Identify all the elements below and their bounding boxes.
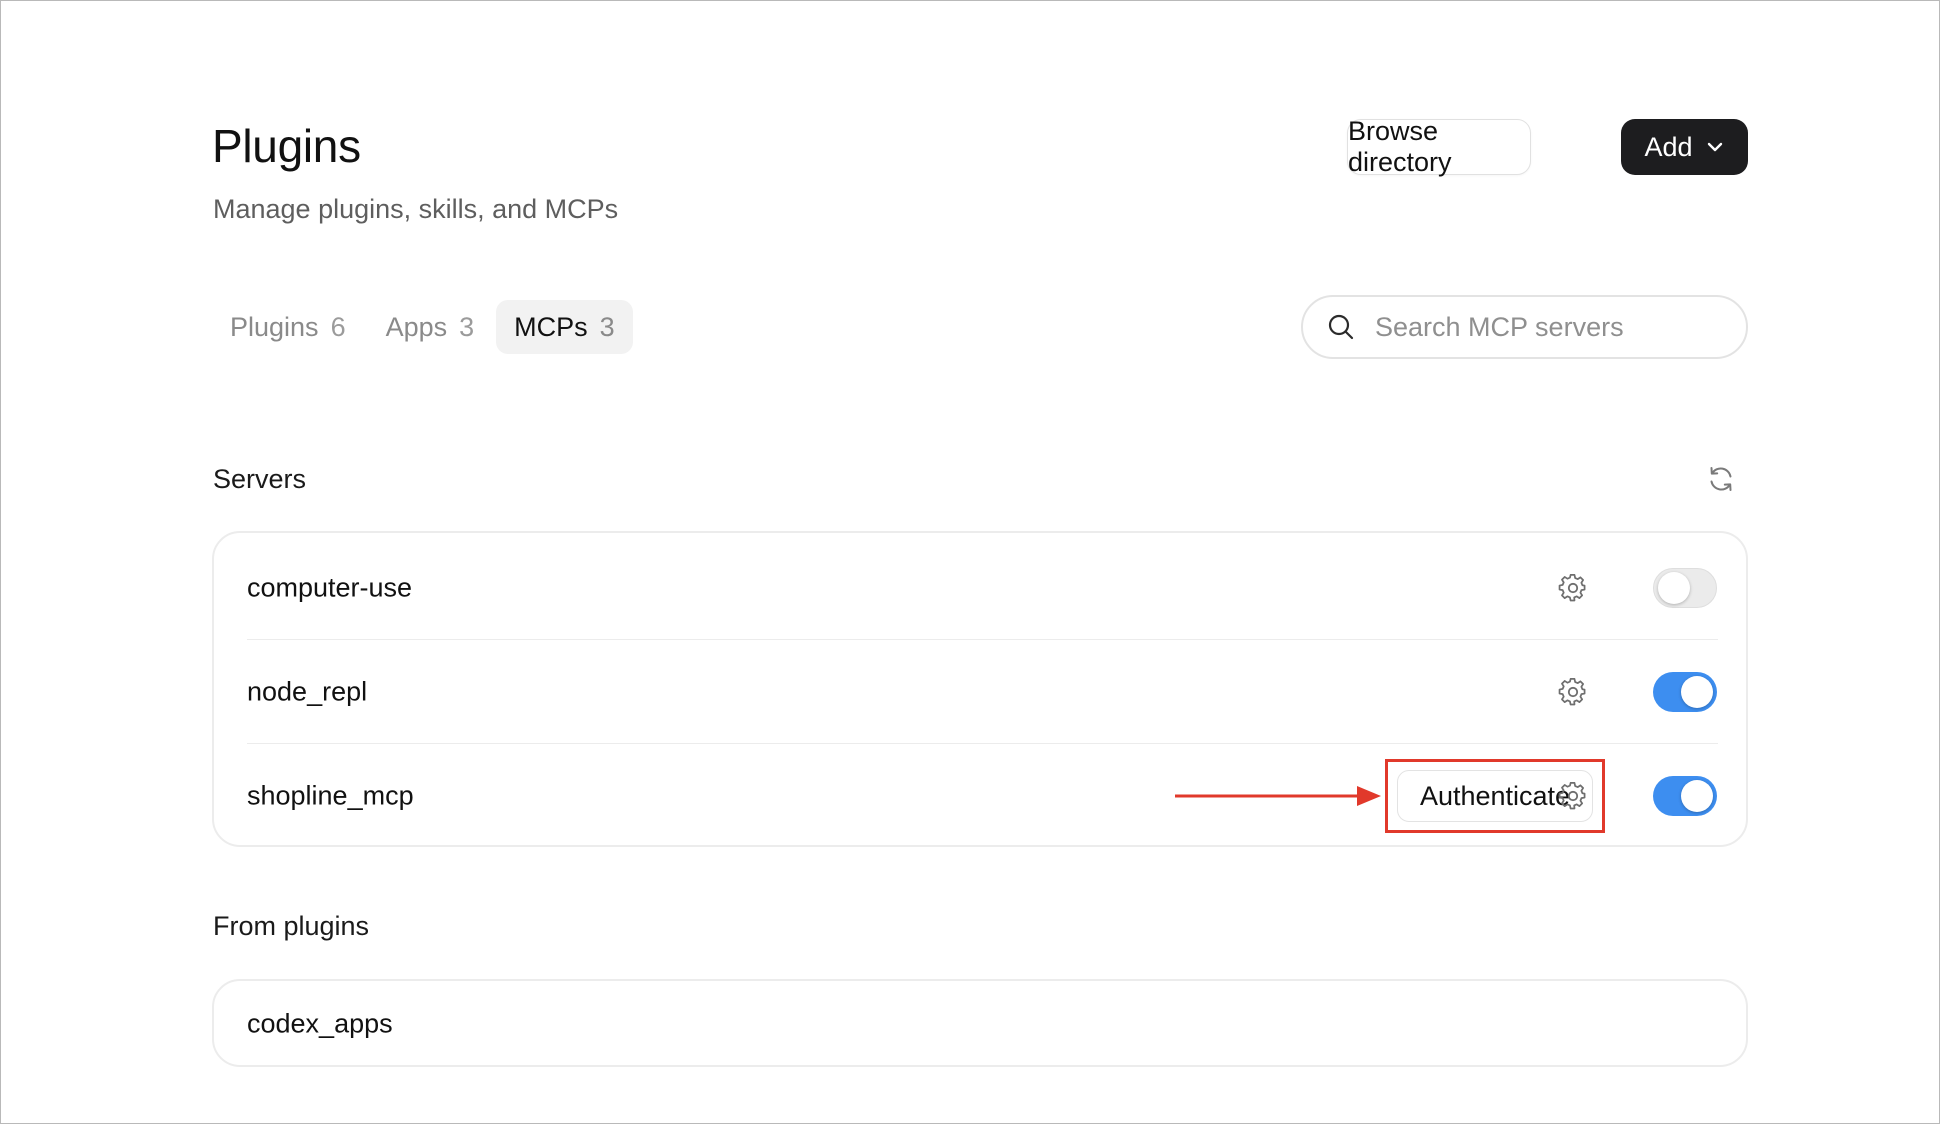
search-box[interactable] [1301, 295, 1748, 359]
refresh-icon[interactable] [1706, 464, 1736, 494]
from-plugins-section-title: From plugins [213, 911, 370, 941]
server-row-computer-use: computer-use [247, 536, 1718, 640]
plugin-row-codex-apps: codex_apps [247, 972, 1718, 1076]
plugins-page: Plugins Manage plugins, skills, and MCPs… [212, 1, 1748, 1125]
browse-directory-button[interactable]: Browse directory [1347, 116, 1531, 177]
page-title: Plugins [212, 120, 361, 172]
toggle-knob [1681, 676, 1713, 708]
server-row-shopline-mcp: shopline_mcp Authenticate [247, 744, 1718, 848]
server-name: shopline_mcp [247, 780, 414, 811]
gear-icon[interactable] [1558, 573, 1588, 603]
tab-label: Plugins [230, 311, 319, 342]
servers-section-title: Servers [213, 464, 307, 494]
tab-count: 6 [330, 311, 346, 342]
tab-count: 3 [459, 311, 475, 342]
server-name: computer-use [247, 572, 413, 603]
tab-count: 3 [599, 311, 615, 342]
toggle-knob [1681, 780, 1713, 812]
toggle-knob [1658, 572, 1690, 604]
search-input[interactable] [1373, 310, 1717, 344]
server-toggle[interactable] [1653, 672, 1717, 712]
authenticate-label: Authenticate [1419, 780, 1571, 811]
browse-directory-label: Browse directory [1348, 116, 1452, 177]
gear-icon[interactable] [1558, 781, 1588, 811]
tab-plugins[interactable]: Plugins 6 [212, 300, 364, 354]
tab-bar: Plugins 6 Apps 3 MCPs 3 [212, 300, 637, 354]
servers-card: computer-use node_repl shopline_mcp Auth… [212, 531, 1748, 847]
server-row-node-repl: node_repl [247, 640, 1718, 744]
arrow-right-icon [1175, 786, 1381, 806]
server-toggle[interactable] [1653, 568, 1717, 608]
tab-label: Apps [385, 311, 448, 342]
tab-label: MCPs [514, 311, 588, 342]
window-frame: Plugins Manage plugins, skills, and MCPs… [0, 0, 1940, 1124]
server-toggle[interactable] [1653, 776, 1717, 816]
tab-mcps[interactable]: MCPs 3 [496, 300, 633, 354]
tab-apps[interactable]: Apps 3 [368, 300, 493, 354]
gear-icon[interactable] [1558, 677, 1588, 707]
from-plugins-card: codex_apps [212, 979, 1748, 1067]
add-button[interactable]: Add [1621, 119, 1748, 175]
plugin-server-name: codex_apps [247, 1008, 393, 1039]
search-icon [1328, 314, 1354, 340]
server-name: node_repl [247, 676, 368, 707]
chevron-down-icon [1707, 142, 1722, 152]
page-subtitle: Manage plugins, skills, and MCPs [213, 194, 619, 224]
add-button-label: Add [1644, 131, 1693, 162]
